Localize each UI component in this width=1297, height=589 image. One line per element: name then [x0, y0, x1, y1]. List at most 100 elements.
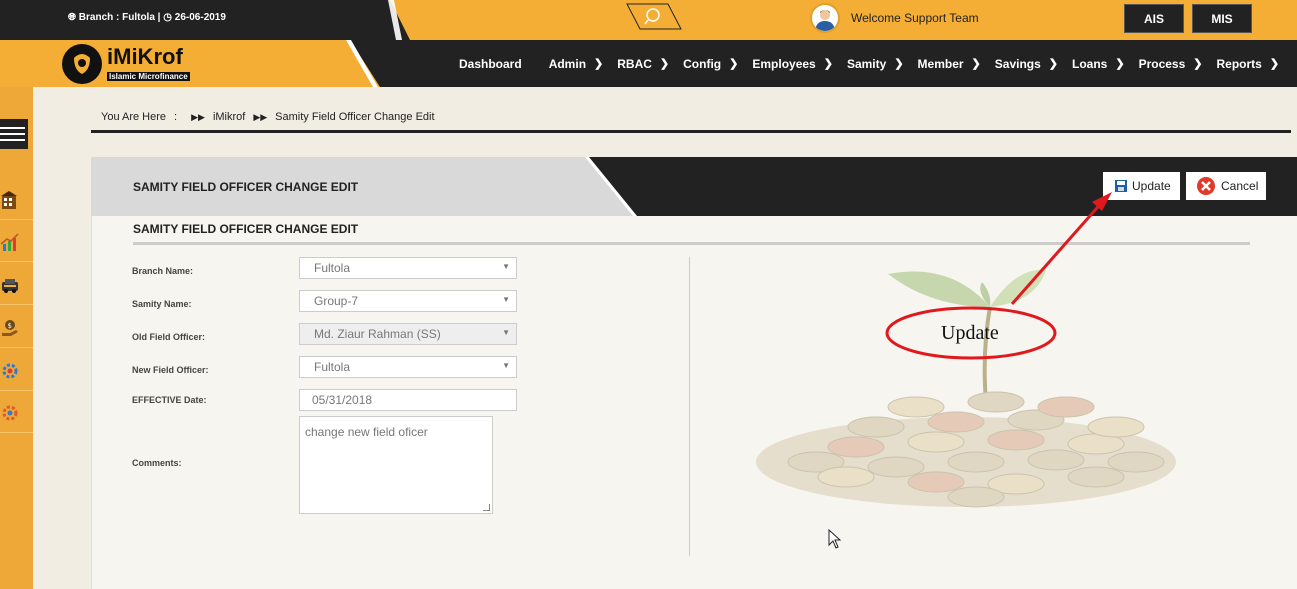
logo-subtitle: Islamic Microfinance — [107, 72, 190, 81]
chevron-right-icon: ❯ — [659, 58, 670, 70]
nav-item-loans[interactable]: Loans ❯ — [1072, 57, 1125, 71]
nav-item-label: Savings — [994, 56, 1041, 71]
clock-icon: ◷ — [163, 12, 172, 23]
save-icon — [1115, 180, 1127, 192]
breadcrumb: You Are Here : ▶▶ iMikrof ▶▶ Samity Fiel… — [101, 111, 435, 123]
breadcrumb-prefix: You Are Here — [101, 111, 167, 123]
chevron-right-icon: ❯ — [971, 58, 981, 70]
old-field-officer-select: Md. Ziaur Rahman (SS) ▼ — [299, 323, 517, 345]
branch-info: 🌐︎ Branch : Fultola | ◷ 26-06-2019 — [68, 12, 226, 23]
chevron-right-icon: ❯ — [823, 58, 833, 70]
coins-plant-illustration — [756, 269, 1176, 508]
new-field-officer-value: Fultola — [314, 360, 351, 374]
logo-mark-icon — [62, 44, 102, 84]
samity-name-label: Samity Name: — [132, 299, 192, 309]
ais-button[interactable]: AIS — [1124, 4, 1184, 33]
comments-value: change new field oficer — [305, 425, 428, 439]
user-welcome[interactable]: Welcome Support Team — [810, 3, 979, 33]
dropdown-arrow-icon: ▼ — [502, 328, 510, 337]
avatar[interactable] — [810, 3, 840, 33]
old-field-officer-label: Old Field Officer: — [132, 332, 206, 342]
dropdown-arrow-icon: ▼ — [502, 295, 510, 304]
update-label: Update — [1132, 179, 1171, 193]
settings-icon[interactable] — [0, 393, 33, 433]
breadcrumb-current: Samity Field Officer Change Edit — [275, 111, 435, 123]
chevron-right-icon: ❯ — [1269, 58, 1280, 70]
samity-name-value: Group-7 — [314, 294, 359, 308]
nav-item-label: Dashboard — [459, 56, 522, 71]
mouse-cursor-icon — [828, 529, 842, 549]
nav-item-process[interactable]: Process ❯ — [1139, 57, 1203, 71]
globe-icon: 🌐︎ — [68, 12, 76, 23]
new-field-officer-label: New Field Officer: — [132, 365, 209, 375]
nav-item-label: Reports — [1216, 56, 1262, 71]
logo-title: iMiKrof — [107, 44, 183, 69]
nav-item-samity[interactable]: Samity ❯ — [847, 57, 904, 71]
branch-name-value: Fultola — [314, 261, 351, 275]
nav-item-config[interactable]: Config ❯ — [683, 57, 738, 71]
date-label: 26-06-2019 — [174, 12, 226, 23]
comments-textarea[interactable]: change new field oficer — [299, 416, 493, 514]
nav-item-rbac[interactable]: RBAC ❯ — [617, 57, 669, 71]
dropdown-arrow-icon: ▼ — [502, 262, 510, 271]
nav-item-label: Samity — [846, 56, 887, 71]
resize-handle[interactable] — [483, 504, 490, 511]
old-field-officer-value: Md. Ziaur Rahman (SS) — [314, 327, 441, 341]
comments-label: Comments: — [132, 458, 182, 468]
branch-label: Branch : Fultola | — [78, 12, 161, 23]
cancel-button[interactable]: Cancel — [1185, 171, 1267, 201]
breadcrumb-divider — [91, 130, 1291, 133]
nav-item-employees[interactable]: Employees ❯ — [752, 57, 833, 71]
panel-title: SAMITY FIELD OFFICER CHANGE EDIT — [133, 180, 359, 194]
logo[interactable]: iMiKrof Islamic Microfinance — [62, 44, 190, 84]
nav-item-label: Admin — [548, 56, 587, 71]
double-chevron-icon: ▶▶ — [191, 111, 205, 122]
search-button[interactable] — [626, 3, 682, 30]
gear-people-icon[interactable] — [0, 351, 33, 391]
section-title: SAMITY FIELD OFFICER CHANGE EDIT — [133, 222, 359, 236]
logo-area — [0, 40, 380, 87]
chevron-right-icon: ❯ — [1115, 58, 1125, 70]
branch-name-label: Branch Name: — [132, 266, 194, 276]
nav-item-label: Loans — [1072, 56, 1108, 71]
cancel-icon — [1197, 177, 1215, 195]
chevron-right-icon: ❯ — [1048, 58, 1059, 70]
breadcrumb-colon: : — [174, 111, 178, 123]
effective-date-input[interactable]: 05/31/2018 — [299, 389, 517, 411]
nav-item-label: Config — [683, 56, 722, 71]
chevron-right-icon: ❯ — [729, 58, 739, 70]
double-chevron-icon: ▶▶ — [253, 111, 268, 122]
nav-item-member[interactable]: Member ❯ — [918, 57, 981, 71]
hamburger-menu-icon[interactable] — [0, 119, 28, 149]
mis-button[interactable]: MIS — [1192, 4, 1252, 33]
samity-name-select[interactable]: Group-7 ▼ — [299, 290, 517, 312]
cancel-label: Cancel — [1221, 179, 1259, 193]
section-divider — [133, 242, 1250, 245]
branch-name-select[interactable]: Fultola ▼ — [299, 257, 517, 279]
nav-item-label: Member — [917, 56, 964, 71]
chevron-right-icon: ❯ — [894, 58, 904, 70]
nav-menu: Dashboard Admin ❯ RBAC ❯ Config ❯ Employees ❯ Sam… — [459, 40, 1293, 87]
breadcrumb-home-link[interactable]: iMikrof — [213, 111, 245, 123]
update-button[interactable]: Update — [1102, 171, 1181, 201]
nav-item-savings[interactable]: Savings ❯ — [995, 57, 1058, 71]
nav-item-label: RBAC — [617, 56, 652, 71]
nav-item-admin[interactable]: Admin ❯ — [549, 57, 604, 71]
nav-item-reports[interactable]: Reports ❯ — [1217, 57, 1280, 71]
column-divider — [689, 257, 690, 556]
new-field-officer-select[interactable]: Fultola ▼ — [299, 356, 517, 378]
welcome-text: Welcome Support Team — [851, 11, 979, 25]
chevron-right-icon: ❯ — [594, 58, 604, 70]
chevron-right-icon: ❯ — [1193, 58, 1203, 70]
nav-item-label: Employees — [752, 56, 816, 71]
nav-item-label: Process — [1138, 56, 1186, 71]
dropdown-arrow-icon: ▼ — [502, 361, 510, 370]
effective-date-label: EFFECTIVE Date: — [132, 395, 207, 405]
svg-text:$: $ — [8, 322, 12, 330]
chart-icon[interactable] — [0, 222, 33, 262]
nav-item-dashboard[interactable]: Dashboard — [459, 57, 522, 71]
money-hand-icon[interactable]: $ — [0, 308, 33, 348]
building-icon[interactable] — [0, 180, 33, 220]
annotation-label: Update — [941, 322, 999, 344]
car-icon[interactable] — [0, 265, 33, 305]
